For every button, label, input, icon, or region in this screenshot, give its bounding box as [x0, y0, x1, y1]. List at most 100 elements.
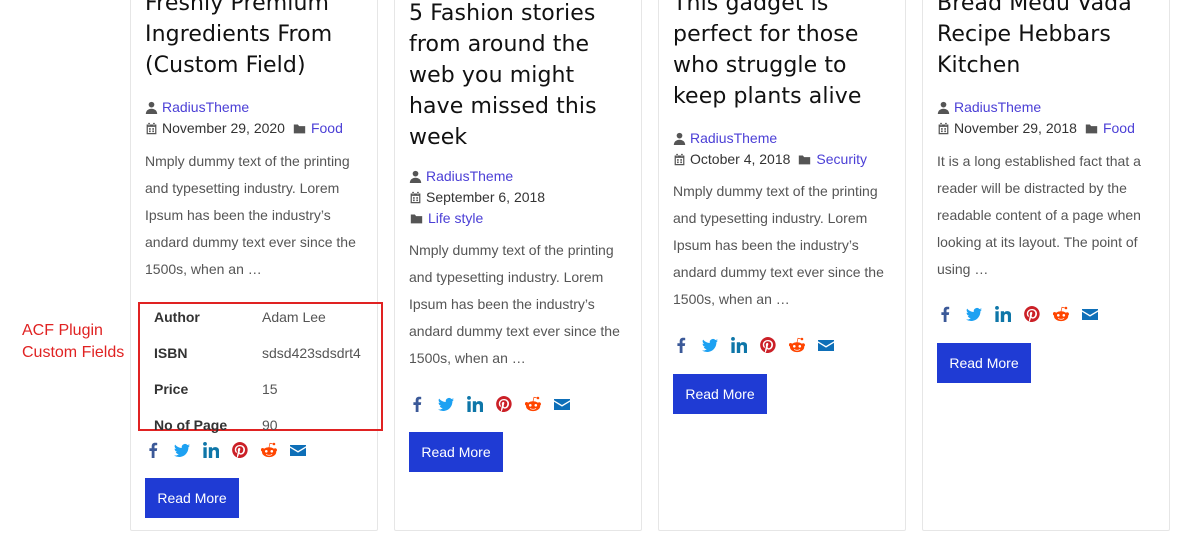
user-icon: [409, 170, 422, 183]
post-excerpt: Nmply dummy text of the printing and typ…: [673, 183, 884, 307]
twitter-icon[interactable]: [174, 442, 190, 458]
category-link[interactable]: Security: [816, 149, 867, 169]
post-date: September 6, 2018: [426, 189, 546, 205]
post-meta: November 29, 2020 Food: [145, 118, 343, 138]
field-value: sdsd423sdsdrt4: [262, 345, 361, 361]
reddit-icon[interactable]: [789, 337, 805, 353]
reddit-icon[interactable]: [525, 396, 541, 412]
calendar-icon: [937, 122, 950, 135]
title-line: perfect for those: [673, 22, 859, 47]
title-line: 5 Fashion stories: [409, 1, 596, 26]
calendar-icon: [409, 191, 422, 204]
title-line: Recipe Hebbars: [937, 22, 1111, 47]
linkedin-icon[interactable]: [995, 306, 1011, 322]
share-bar: [145, 442, 319, 458]
title-line: Bread Medu Vada: [937, 0, 1132, 16]
email-icon[interactable]: [818, 337, 834, 353]
folder-icon: [797, 153, 812, 166]
field-label: Author: [154, 309, 200, 325]
field-label: No of Page: [154, 417, 228, 433]
post-excerpt: Nmply dummy text of the printing and typ…: [145, 153, 356, 277]
post-date: October 4, 2018: [690, 151, 791, 167]
category-link[interactable]: Food: [311, 118, 343, 138]
folder-icon: [292, 122, 307, 135]
pinterest-icon[interactable]: [232, 442, 248, 458]
post-author: RadiusTheme: [673, 128, 777, 148]
share-bar: [937, 306, 1111, 322]
user-icon: [673, 132, 686, 145]
author-link[interactable]: RadiusTheme: [426, 166, 513, 186]
field-value: 90: [262, 417, 278, 433]
annotation-line-1: ACF Plugin: [22, 322, 103, 339]
facebook-icon[interactable]: [409, 396, 425, 412]
read-more-button[interactable]: Read More: [937, 343, 1031, 383]
facebook-icon[interactable]: [673, 337, 689, 353]
title-line: This gadget is: [673, 0, 829, 16]
post-meta: November 29, 2018 Food: [937, 118, 1135, 138]
post-date: November 29, 2018: [954, 120, 1077, 136]
acf-custom-fields-box: Author Adam Lee ISBN sdsd423sdsdrt4 Pric…: [138, 302, 383, 433]
post-author: RadiusTheme: [409, 166, 513, 186]
post-card-2: 5 Fashion stories from around the web yo…: [394, 0, 642, 531]
reddit-icon[interactable]: [261, 442, 277, 458]
twitter-icon[interactable]: [702, 337, 718, 353]
title-line: from around the: [409, 32, 590, 57]
post-title[interactable]: Bread Medu Vada Recipe Hebbars Kitchen: [937, 0, 1167, 81]
title-line: (Custom Field): [145, 53, 306, 78]
post-card-1: Freshly Premium Ingredients From (Custom…: [130, 0, 378, 531]
author-link[interactable]: RadiusTheme: [954, 97, 1041, 117]
linkedin-icon[interactable]: [203, 442, 219, 458]
author-link[interactable]: RadiusTheme: [690, 128, 777, 148]
post-title[interactable]: 5 Fashion stories from around the web yo…: [409, 0, 639, 153]
title-line: who struggle to: [673, 53, 847, 78]
category-link[interactable]: Food: [1103, 118, 1135, 138]
field-value: 15: [262, 381, 278, 397]
folder-icon: [1084, 122, 1099, 135]
read-more-button[interactable]: Read More: [145, 478, 239, 518]
reddit-icon[interactable]: [1053, 306, 1069, 322]
post-meta: October 4, 2018 Security: [673, 149, 867, 169]
share-bar: [409, 396, 583, 412]
post-card-3: This gadget is perfect for those who str…: [658, 0, 906, 531]
twitter-icon[interactable]: [438, 396, 454, 412]
pinterest-icon[interactable]: [760, 337, 776, 353]
title-line: Freshly Premium: [145, 0, 330, 16]
category-link[interactable]: Life style: [428, 208, 483, 228]
post-category-line: Life style: [409, 208, 483, 228]
read-more-button[interactable]: Read More: [409, 432, 503, 472]
post-excerpt: It is a long established fact that a rea…: [937, 153, 1141, 277]
post-date: November 29, 2020: [162, 120, 285, 136]
post-author: RadiusTheme: [937, 97, 1041, 117]
email-icon[interactable]: [290, 442, 306, 458]
post-title[interactable]: This gadget is perfect for those who str…: [673, 0, 903, 112]
post-title[interactable]: Freshly Premium Ingredients From (Custom…: [145, 0, 375, 81]
email-icon[interactable]: [1082, 306, 1098, 322]
title-line: have missed this: [409, 94, 597, 119]
facebook-icon[interactable]: [937, 306, 953, 322]
author-link[interactable]: RadiusTheme: [162, 97, 249, 117]
user-icon: [145, 101, 158, 114]
post-author: RadiusTheme: [145, 97, 249, 117]
share-bar: [673, 337, 847, 353]
title-line: Kitchen: [937, 53, 1021, 78]
email-icon[interactable]: [554, 396, 570, 412]
facebook-icon[interactable]: [145, 442, 161, 458]
title-line: Ingredients From: [145, 22, 333, 47]
post-date-line: September 6, 2018: [409, 187, 545, 207]
calendar-icon: [673, 153, 686, 166]
post-excerpt: Nmply dummy text of the printing and typ…: [409, 242, 620, 366]
folder-icon: [409, 212, 424, 225]
pinterest-icon[interactable]: [1024, 306, 1040, 322]
twitter-icon[interactable]: [966, 306, 982, 322]
read-more-button[interactable]: Read More: [673, 374, 767, 414]
title-line: week: [409, 125, 468, 150]
title-line: keep plants alive: [673, 84, 862, 109]
acf-annotation-label: ACF Plugin Custom Fields: [22, 320, 132, 364]
field-value: Adam Lee: [262, 309, 326, 325]
pinterest-icon[interactable]: [496, 396, 512, 412]
linkedin-icon[interactable]: [731, 337, 747, 353]
linkedin-icon[interactable]: [467, 396, 483, 412]
field-label: ISBN: [154, 345, 188, 361]
annotation-line-2: Custom Fields: [22, 344, 125, 361]
post-card-4: Bread Medu Vada Recipe Hebbars Kitchen R…: [922, 0, 1170, 531]
